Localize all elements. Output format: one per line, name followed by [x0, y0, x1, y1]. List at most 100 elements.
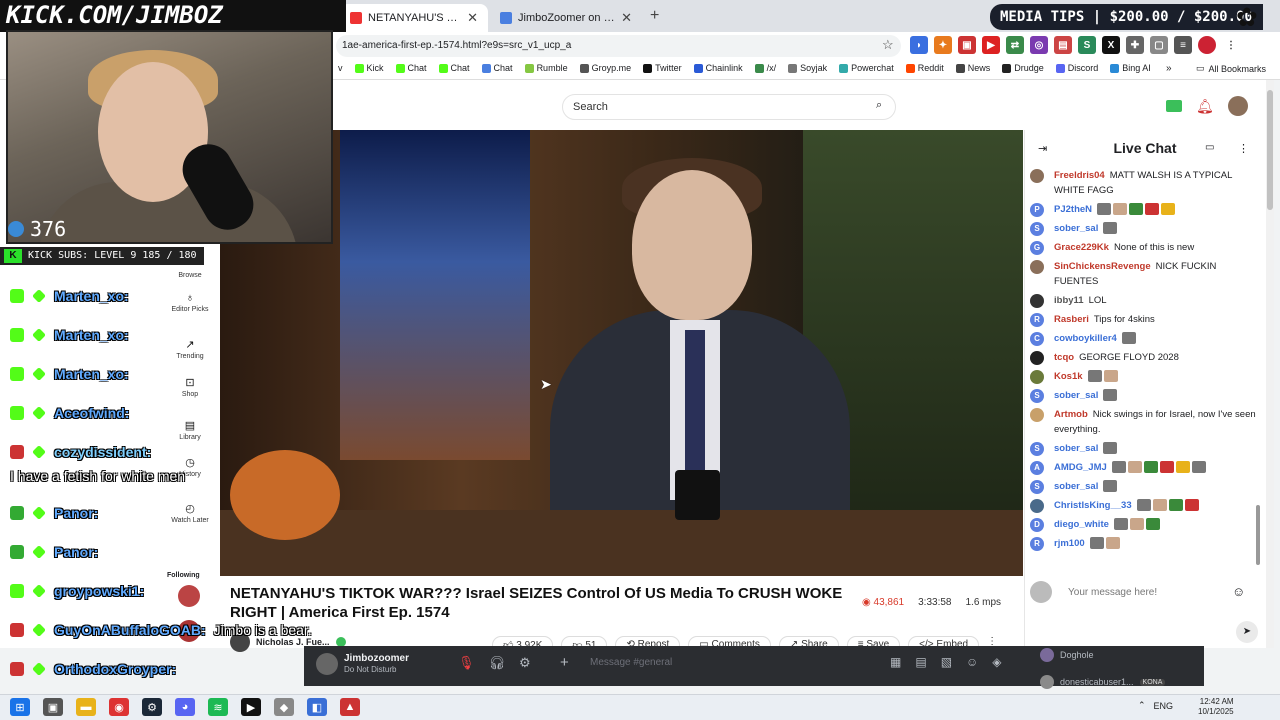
- chat-message-input[interactable]: Your message here!: [1058, 582, 1254, 604]
- bookmark-item[interactable]: Powerchat: [839, 63, 894, 73]
- app-icon[interactable]: ◧: [307, 698, 327, 716]
- chat-avatar[interactable]: S: [1030, 389, 1044, 403]
- extension-icon[interactable]: ⇄: [1006, 36, 1024, 54]
- bookmark-item[interactable]: Drudge: [1002, 63, 1044, 73]
- nav-browse[interactable]: Browse: [165, 272, 215, 279]
- settings-gear-icon[interactable]: ⚙: [519, 655, 531, 671]
- terminal-icon[interactable]: ▶: [241, 698, 261, 716]
- bookmark-item[interactable]: v: [338, 63, 343, 73]
- chat-avatar[interactable]: [1030, 370, 1044, 384]
- headphones-icon[interactable]: 🎧︎: [489, 655, 506, 671]
- bookmark-item[interactable]: Rumble: [524, 63, 568, 73]
- chat-username[interactable]: diego_white: [1054, 519, 1109, 530]
- discord-avatar[interactable]: [316, 653, 338, 675]
- extension-badge-icon[interactable]: ▣: [958, 36, 976, 54]
- new-tab-button[interactable]: +: [650, 7, 659, 25]
- chat-avatar[interactable]: S: [1030, 222, 1044, 236]
- bookmark-item[interactable]: Groyp.me: [579, 63, 631, 73]
- gif-icon[interactable]: ▤: [915, 655, 926, 669]
- chat-username[interactable]: Rasberi: [1054, 314, 1089, 325]
- send-message-button[interactable]: ➤: [1236, 621, 1258, 643]
- chat-avatar[interactable]: [1030, 408, 1044, 422]
- chat-avatar[interactable]: [1030, 260, 1044, 274]
- tab-cozy[interactable]: JimboZoomer on Cozy.tv ✕: [490, 4, 642, 32]
- youtube-ext-icon[interactable]: ▶: [982, 36, 1000, 54]
- all-bookmarks-button[interactable]: ▭ All Bookmarks: [1196, 63, 1266, 74]
- nav-watch-later[interactable]: ◴ Watch Later: [165, 502, 215, 524]
- screenshot-icon[interactable]: ▢: [1150, 36, 1168, 54]
- chat-username[interactable]: sober_sal: [1054, 223, 1098, 234]
- file-explorer-icon[interactable]: ▬: [76, 698, 96, 716]
- chat-avatar[interactable]: C: [1030, 332, 1044, 346]
- chat-video-toggle-icon[interactable]: ▭: [1205, 142, 1214, 153]
- add-attachment-icon[interactable]: +: [560, 654, 569, 671]
- start-windows-icon[interactable]: ⊞: [10, 698, 30, 716]
- task-view-icon[interactable]: ▣: [43, 698, 63, 716]
- chat-username[interactable]: sober_sal: [1054, 390, 1098, 401]
- chat-avatar[interactable]: S: [1030, 480, 1044, 494]
- bookmark-item[interactable]: Reddit: [905, 63, 944, 73]
- bookmark-item[interactable]: Chat: [395, 63, 427, 73]
- chat-avatar[interactable]: [1030, 294, 1044, 308]
- chat-username[interactable]: Artmob: [1054, 409, 1088, 420]
- chat-username[interactable]: PJ2theN: [1054, 204, 1092, 215]
- chat-avatar[interactable]: [1030, 169, 1044, 183]
- chat-username[interactable]: SinChickensRevenge: [1054, 261, 1151, 272]
- bookmark-item[interactable]: News: [955, 63, 990, 73]
- nav-shop[interactable]: ⊡ Shop: [165, 376, 215, 398]
- chat-username[interactable]: sober_sal: [1054, 481, 1098, 492]
- chat-avatar[interactable]: D: [1030, 518, 1044, 532]
- language-indicator[interactable]: ENG: [1154, 701, 1174, 711]
- system-clock[interactable]: 12:42 AM 10/1/2025: [1198, 697, 1234, 717]
- extension-icon[interactable]: ▤: [1054, 36, 1072, 54]
- app-icon[interactable]: ▲: [340, 698, 360, 716]
- notifications-bell-icon[interactable]: 🔔︎: [1196, 98, 1214, 115]
- page-scrollbar[interactable]: [1266, 80, 1274, 648]
- bookmark-star-icon[interactable]: ☆: [882, 37, 894, 53]
- bookmark-item[interactable]: Discord: [1055, 63, 1098, 73]
- emoji-icon[interactable]: ☺: [966, 655, 978, 669]
- chat-scrollbar[interactable]: [1256, 505, 1260, 565]
- chat-avatar[interactable]: S: [1030, 442, 1044, 456]
- emoji-picker-icon[interactable]: ☺: [1232, 584, 1245, 599]
- chat-username[interactable]: Freeldris04: [1054, 170, 1105, 181]
- chat-avatar[interactable]: A: [1030, 461, 1044, 475]
- bookmark-item[interactable]: Soyjak: [788, 63, 827, 73]
- chat-username[interactable]: AMDG_JMJ: [1054, 462, 1107, 473]
- nav-library[interactable]: ▤ Library: [165, 419, 215, 441]
- go-live-camera-icon[interactable]: [1166, 100, 1182, 112]
- steam-icon[interactable]: ⚙: [142, 698, 162, 716]
- bookmark-item[interactable]: Chat: [481, 63, 513, 73]
- chat-avatar[interactable]: [1030, 351, 1044, 365]
- chat-username[interactable]: Grace229Kk: [1054, 242, 1109, 253]
- user-avatar[interactable]: [1227, 96, 1248, 116]
- spotify-icon[interactable]: ≋: [208, 698, 228, 716]
- chat-username[interactable]: sober_sal: [1054, 443, 1098, 454]
- bookmark-item[interactable]: Bing AI: [1110, 63, 1151, 73]
- bookmark-item[interactable]: Chainlink: [693, 63, 743, 73]
- tab-active[interactable]: NETANYAHU'S TIKTOK WAR ✕: [340, 4, 488, 32]
- chat-username[interactable]: cowboykiller4: [1054, 333, 1117, 344]
- puzzle-icon[interactable]: ✚: [1126, 36, 1144, 54]
- profile-icon[interactable]: [1198, 36, 1216, 54]
- apps-icon[interactable]: ◈: [992, 655, 1001, 669]
- bookmark-item[interactable]: Chat: [438, 63, 470, 73]
- gift-icon[interactable]: ▦: [890, 655, 901, 669]
- discord-member[interactable]: donesticabuser1... KONA: [1040, 675, 1166, 689]
- bookmark-item[interactable]: Twitter: [643, 63, 682, 73]
- extension-icon[interactable]: S: [1078, 36, 1096, 54]
- chrome-icon[interactable]: ◉: [109, 698, 129, 716]
- chat-avatar[interactable]: G: [1030, 241, 1044, 255]
- sticker-icon[interactable]: ▧: [941, 655, 952, 669]
- chat-username[interactable]: tcqo: [1054, 352, 1074, 363]
- x-ext-icon[interactable]: X: [1102, 36, 1120, 54]
- chat-avatar[interactable]: P: [1030, 203, 1044, 217]
- bookmark-item[interactable]: /x/: [754, 63, 776, 73]
- bookmarks-overflow-button[interactable]: »: [1166, 63, 1172, 74]
- chat-avatar[interactable]: R: [1030, 537, 1044, 551]
- url-input[interactable]: 1ae-america-first-ep.-1574.html?e9s=src_…: [336, 35, 901, 57]
- nav-trending[interactable]: ↗ Trending: [165, 338, 215, 360]
- discord-member[interactable]: Doghole: [1040, 648, 1094, 662]
- chat-avatar[interactable]: [1030, 499, 1044, 513]
- close-tab-icon[interactable]: ✕: [621, 10, 632, 26]
